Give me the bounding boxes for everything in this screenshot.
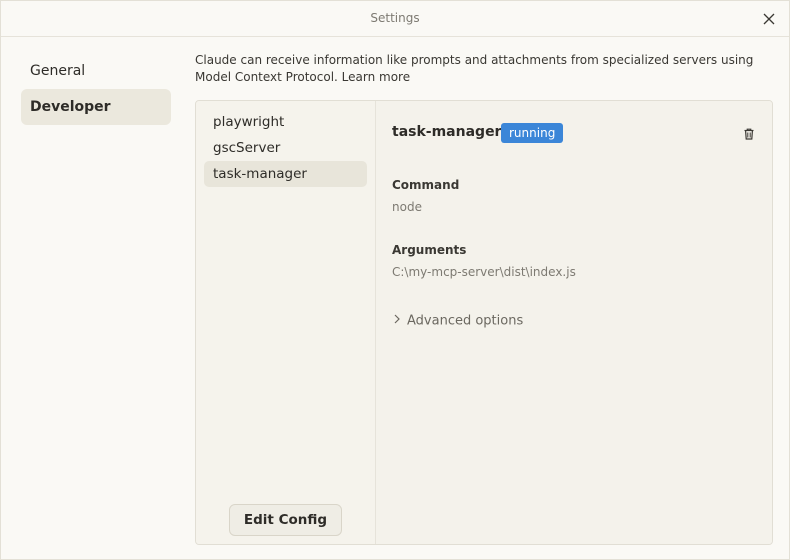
- description-text: Claude can receive information like prom…: [195, 53, 754, 84]
- server-list: playwright gscServer task-manager Edit C…: [196, 101, 376, 544]
- nav-item-general[interactable]: General: [21, 53, 171, 89]
- command-label: Command: [392, 178, 460, 192]
- nav-item-developer[interactable]: Developer: [21, 89, 171, 125]
- server-item-gscserver[interactable]: gscServer: [204, 135, 367, 161]
- mcp-description: Claude can receive information like prom…: [195, 52, 765, 86]
- close-button[interactable]: [761, 11, 777, 27]
- window-title: Settings: [370, 11, 420, 25]
- chevron-right-icon: [392, 313, 404, 329]
- edit-config-button[interactable]: Edit Config: [229, 504, 342, 536]
- command-value: node: [392, 200, 422, 214]
- delete-server-button[interactable]: [742, 126, 756, 140]
- settings-window: Settings General Developer Claude can re…: [0, 0, 790, 560]
- advanced-options-label: Advanced options: [407, 313, 524, 329]
- server-name: task-manager: [392, 124, 502, 140]
- learn-more-link[interactable]: Learn more: [342, 70, 410, 84]
- close-icon: [763, 13, 775, 25]
- status-badge: running: [501, 123, 564, 143]
- server-detail: task-manager running Command node Argume…: [376, 101, 772, 544]
- settings-nav: General Developer: [21, 53, 171, 125]
- mcp-servers-panel: playwright gscServer task-manager Edit C…: [195, 100, 773, 545]
- server-item-playwright[interactable]: playwright: [204, 109, 367, 135]
- arguments-value: C:\my-mcp-server\dist\index.js: [392, 265, 576, 279]
- trash-icon: [744, 128, 754, 140]
- arguments-label: Arguments: [392, 243, 467, 257]
- advanced-options-toggle[interactable]: Advanced options: [392, 313, 523, 331]
- server-item-task-manager[interactable]: task-manager: [204, 161, 367, 187]
- title-bar: Settings: [1, 1, 789, 37]
